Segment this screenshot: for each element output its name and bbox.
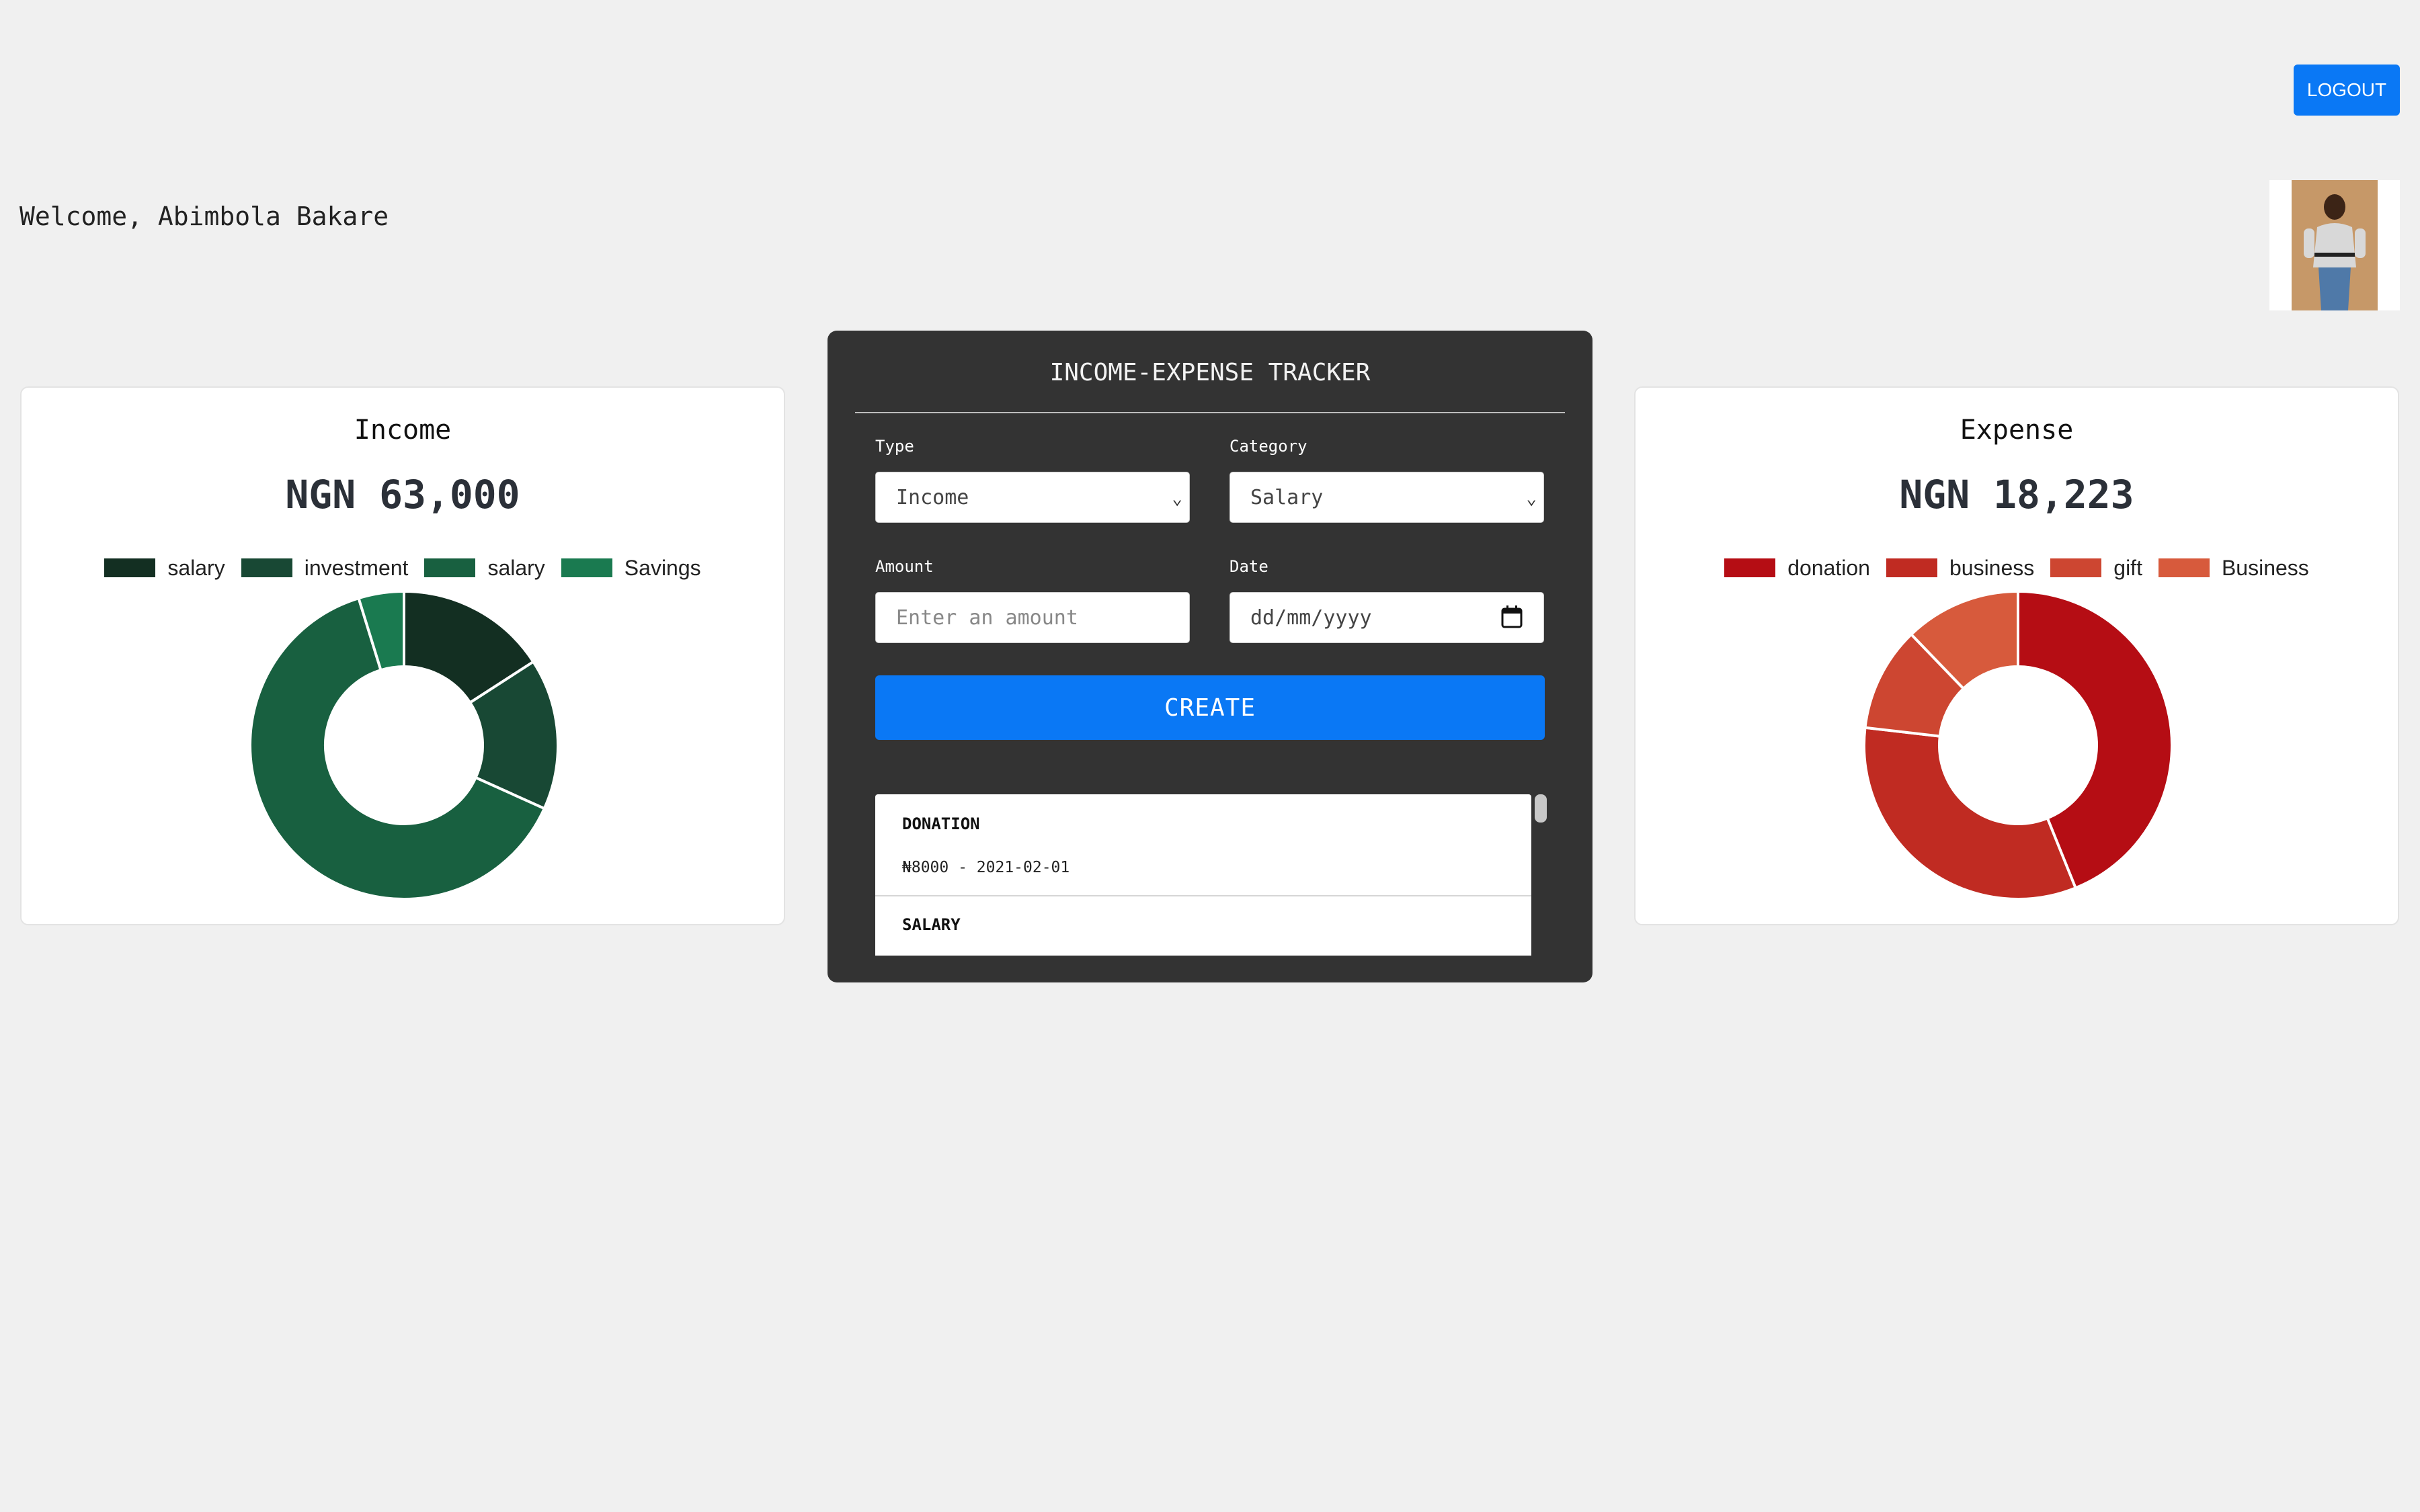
legend-swatch bbox=[2050, 558, 2102, 577]
legend-swatch bbox=[1886, 558, 1937, 577]
legend-label: business bbox=[1949, 555, 2035, 580]
category-label: Category bbox=[1229, 437, 1307, 456]
donut-slice-business[interactable] bbox=[1864, 726, 2078, 899]
chevron-down-icon: ⌄ bbox=[1526, 489, 1537, 509]
logout-button[interactable]: LOGOUT bbox=[2294, 65, 2400, 116]
legend-label: Savings bbox=[624, 555, 701, 580]
scrollbar-thumb[interactable] bbox=[1535, 794, 1547, 823]
legend-item[interactable]: business bbox=[1886, 556, 2034, 581]
avatar-photo bbox=[2292, 180, 2378, 310]
amount-input[interactable]: Enter an amount bbox=[875, 592, 1190, 643]
legend-label: salary bbox=[167, 555, 225, 580]
transaction-title: SALARY bbox=[902, 915, 961, 934]
amount-label: Amount bbox=[875, 557, 934, 576]
legend-item[interactable]: salary bbox=[424, 555, 545, 581]
income-legend: salary investment salary Savings bbox=[22, 554, 784, 581]
calendar-icon[interactable] bbox=[1500, 605, 1523, 629]
type-label: Type bbox=[875, 437, 914, 456]
income-title: Income bbox=[354, 415, 452, 446]
legend-swatch bbox=[1724, 558, 1776, 577]
legend-label: investment bbox=[304, 555, 409, 580]
date-label: Date bbox=[1229, 557, 1268, 576]
transaction-list[interactable]: DONATION ₦8000 - 2021-02-01 SALARY bbox=[875, 794, 1531, 956]
transaction-title: DONATION bbox=[902, 814, 980, 833]
income-card: Income NGN 63,000 salary investment sala… bbox=[20, 386, 785, 925]
legend-item[interactable]: Savings bbox=[561, 556, 701, 581]
legend-label: salary bbox=[487, 555, 545, 580]
welcome-message: Welcome, Abimbola Bakare bbox=[19, 202, 389, 231]
avatar bbox=[2269, 180, 2400, 310]
chevron-down-icon: ⌄ bbox=[1172, 489, 1182, 509]
legend-swatch bbox=[241, 558, 292, 577]
tracker-panel: INCOME-EXPENSE TRACKER Type Income ⌄ Cat… bbox=[828, 331, 1592, 982]
legend-swatch bbox=[2158, 558, 2210, 577]
legend-item[interactable]: donation bbox=[1724, 556, 1870, 581]
legend-swatch bbox=[424, 558, 476, 577]
legend-label: donation bbox=[1787, 555, 1870, 580]
create-button[interactable]: CREATE bbox=[875, 675, 1545, 740]
tracker-title: INCOME-EXPENSE TRACKER bbox=[1049, 359, 1371, 386]
category-select[interactable]: Salary ⌄ bbox=[1229, 472, 1544, 523]
expense-title: Expense bbox=[1960, 415, 2074, 446]
legend-swatch bbox=[104, 558, 156, 577]
list-item[interactable]: DONATION ₦8000 - 2021-02-01 bbox=[875, 794, 1531, 896]
legend-item[interactable]: Business bbox=[2158, 555, 2309, 581]
income-donut-chart bbox=[250, 591, 558, 899]
type-select-value: Income bbox=[896, 485, 969, 509]
expense-total: NGN 18,223 bbox=[1899, 472, 2134, 517]
legend-label: Business bbox=[2221, 555, 2309, 580]
date-input[interactable]: dd/mm/yyyy bbox=[1229, 592, 1544, 643]
legend-swatch bbox=[561, 558, 612, 577]
type-select[interactable]: Income ⌄ bbox=[875, 472, 1190, 523]
legend-item[interactable]: gift bbox=[2050, 556, 2142, 581]
transaction-detail: ₦8000 - 2021-02-01 bbox=[902, 859, 1070, 876]
amount-placeholder: Enter an amount bbox=[896, 605, 1078, 630]
list-item[interactable]: SALARY bbox=[875, 896, 1531, 934]
category-select-value: Salary bbox=[1250, 485, 1324, 509]
date-placeholder: dd/mm/yyyy bbox=[1250, 605, 1372, 630]
expense-donut-chart bbox=[1864, 591, 2172, 899]
expense-card: Expense NGN 18,223 donation business gif… bbox=[1634, 386, 2399, 925]
legend-item[interactable]: investment bbox=[241, 555, 409, 581]
divider bbox=[855, 412, 1565, 413]
income-total: NGN 63,000 bbox=[285, 472, 520, 517]
expense-legend: donation business gift Business bbox=[1636, 554, 2398, 581]
legend-label: gift bbox=[2113, 555, 2142, 580]
legend-item[interactable]: salary bbox=[104, 556, 225, 581]
